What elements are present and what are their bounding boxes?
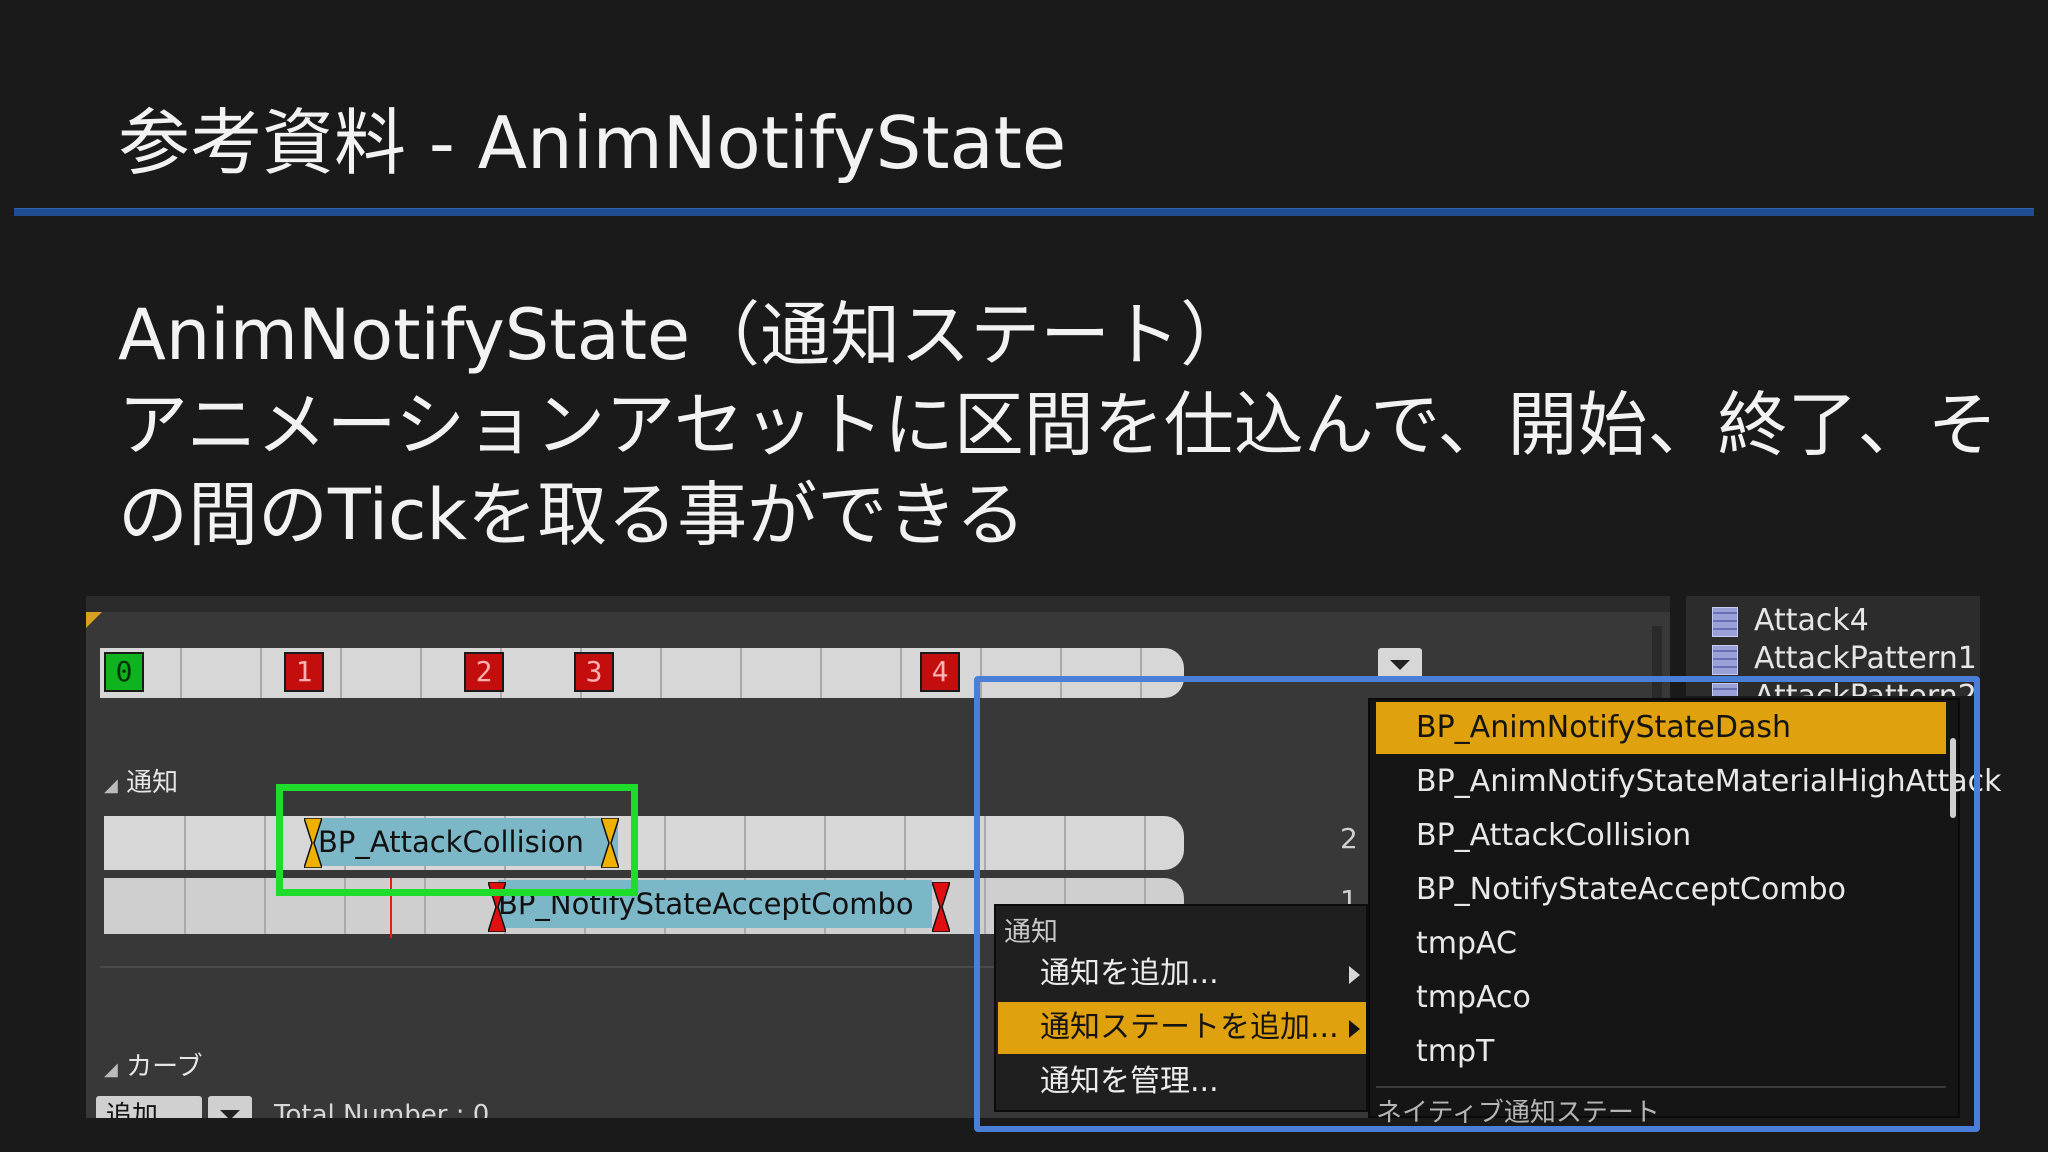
frame-marker-2[interactable]: 2 [464, 652, 504, 692]
asset-item[interactable]: AttackPattern1 [1712, 640, 1977, 678]
frame-marker-0[interactable]: 0 [104, 652, 144, 692]
anim-asset-icon [1712, 644, 1738, 675]
frame-marker-1[interactable]: 1 [284, 652, 324, 692]
curve-section-header[interactable]: ◢ カーブ [104, 1046, 203, 1083]
collapse-triangle-icon: ◢ [104, 1059, 118, 1080]
corner-tab-icon [86, 612, 102, 628]
frame-marker-3[interactable]: 3 [574, 652, 614, 692]
slide-body: AnimNotifyState（通知ステート） アニメーションアセットに区間を仕… [118, 290, 1998, 560]
highlight-box-green [276, 784, 638, 896]
add-curve-dropdown[interactable] [208, 1096, 252, 1118]
body-line-3: の間のTickを取る事ができる [118, 474, 1026, 556]
slide-title: 参考資料 - AnimNotifyState [118, 101, 1067, 185]
curve-section-label: カーブ [126, 1052, 203, 1082]
collapse-triangle-icon: ◢ [104, 775, 118, 796]
body-line-1: AnimNotifyState（通知ステート） [118, 294, 1251, 376]
notify-end-handle[interactable] [932, 882, 950, 932]
add-curve-button[interactable]: 追加 [96, 1096, 202, 1118]
chevron-down-icon [1390, 660, 1410, 670]
notify-section-header[interactable]: ◢ 通知 [104, 762, 178, 799]
title-divider [14, 208, 2034, 216]
anim-asset-icon [1712, 606, 1738, 637]
editor-topbar [86, 596, 1670, 612]
total-number-label: Total Number : 0 [274, 1100, 490, 1118]
chevron-down-icon [220, 1110, 240, 1118]
notify-section-label: 通知 [126, 768, 179, 798]
asset-item[interactable]: Attack4 [1712, 602, 1869, 640]
frame-marker-4[interactable]: 4 [920, 652, 960, 692]
highlight-box-blue [974, 676, 1980, 1132]
body-line-2: アニメーションアセットに区間を仕込んで、開始、終了、そ [118, 384, 1998, 466]
